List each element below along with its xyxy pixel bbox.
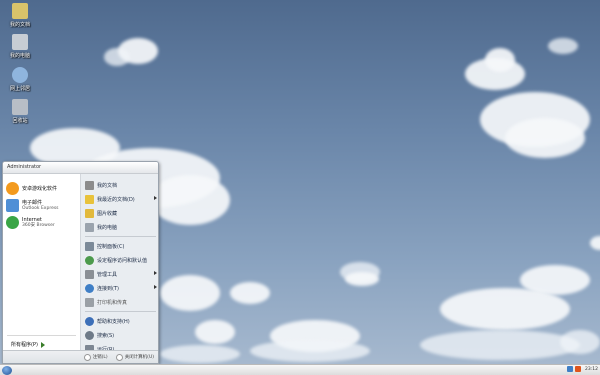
menu-admin-tools[interactable]: 管理工具 [81, 267, 158, 281]
system-tray: 23:12 [567, 366, 598, 372]
submenu-arrow-icon [154, 271, 157, 275]
desktop-icon-my-documents[interactable]: 我的文档 [2, 3, 38, 28]
printer-icon [85, 297, 94, 307]
clock[interactable]: 23:12 [585, 367, 598, 372]
browser-icon [6, 216, 19, 229]
menu-pictures[interactable]: 图片收藏 [81, 206, 158, 220]
mail-icon [6, 199, 19, 212]
tray-security-icon[interactable] [575, 366, 582, 372]
program-access-icon [85, 255, 94, 265]
tray-network-icon[interactable] [567, 366, 574, 372]
power-icon [115, 353, 123, 361]
my-computer-icon [12, 34, 28, 50]
menu-printers[interactable]: 打印机和传真 [81, 295, 158, 309]
shutdown-button[interactable]: 关闭计算机(U) [115, 353, 154, 361]
desktop-icon-my-computer[interactable]: 我的电脑 [2, 34, 38, 59]
admin-tools-icon [85, 269, 94, 279]
pinned-item-email[interactable]: 电子邮件 Outlook Express [3, 197, 80, 214]
logoff-button[interactable]: 注销(L) [83, 353, 108, 361]
menu-program-access[interactable]: 设定程序访问和默认值 [81, 253, 158, 267]
start-menu-footer: 注销(L) 关闭计算机(U) [3, 350, 158, 363]
network-icon [12, 67, 28, 83]
submenu-arrow-icon [154, 196, 157, 200]
logoff-icon [83, 353, 91, 361]
my-documents-icon [12, 3, 28, 19]
start-button[interactable] [2, 366, 12, 375]
divider [85, 311, 156, 312]
start-menu: Administrator 安卓游戏化软件 电子邮件 Outlook Expre… [2, 161, 159, 364]
connect-icon [85, 283, 94, 293]
pinned-item-internet[interactable]: Internet 360安 Browser [3, 214, 80, 231]
documents-icon [85, 180, 94, 190]
desktop-icon-recycle-bin[interactable]: 回收站 [2, 99, 38, 124]
menu-connect-to[interactable]: 连接到(T) [81, 281, 158, 295]
divider [7, 335, 76, 336]
help-icon [85, 316, 94, 326]
menu-search[interactable]: 搜索(S) [81, 328, 158, 342]
system-links: 我的文档 我最近的文档(D) 图片收藏 我的电脑 控制面板(C) 设定程序访问和… [80, 174, 158, 354]
menu-recent-documents[interactable]: 我最近的文档(D) [81, 192, 158, 206]
control-panel-icon [85, 241, 94, 251]
start-menu-user: Administrator [3, 162, 158, 174]
menu-help[interactable]: 帮助和支持(H) [81, 314, 158, 328]
taskbar: 23:12 [0, 364, 600, 375]
desktop-icon-network[interactable]: 网上邻居 [2, 67, 38, 92]
recycle-bin-icon [12, 99, 28, 115]
search-icon [85, 330, 94, 340]
menu-my-documents[interactable]: 我的文档 [81, 178, 158, 192]
arrow-right-icon [40, 341, 45, 348]
orange-app-icon [6, 182, 19, 195]
pinned-item-android[interactable]: 安卓游戏化软件 [3, 180, 80, 197]
pictures-icon [85, 208, 94, 218]
pinned-programs: 安卓游戏化软件 电子邮件 Outlook Express Internet 36… [3, 174, 80, 352]
menu-my-computer[interactable]: 我的电脑 [81, 220, 158, 234]
all-programs-button[interactable]: 所有程序(P) [11, 341, 45, 348]
recent-docs-icon [85, 194, 94, 204]
divider [85, 236, 156, 237]
submenu-arrow-icon [154, 285, 157, 289]
menu-control-panel[interactable]: 控制面板(C) [81, 239, 158, 253]
computer-icon [85, 222, 94, 232]
